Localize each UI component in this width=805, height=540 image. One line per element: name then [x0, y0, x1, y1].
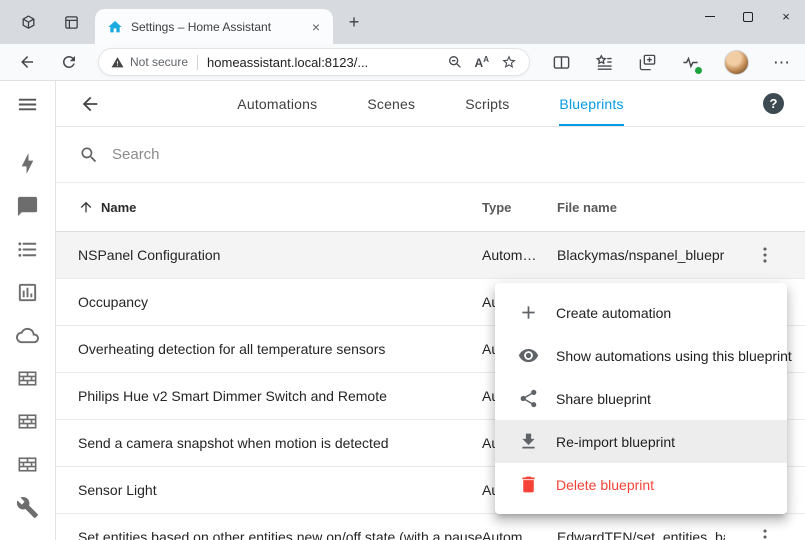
- menu-item-show-automations-using-this-blueprint[interactable]: Show automations using this blueprint: [495, 334, 787, 377]
- profile-avatar[interactable]: [724, 50, 749, 75]
- column-header-filename[interactable]: File name: [557, 200, 725, 215]
- minimize-button[interactable]: [691, 0, 729, 33]
- row-name: Send a camera snapshot when motion is de…: [78, 435, 482, 451]
- menu-item-re-import-blueprint[interactable]: Re-import blueprint: [495, 420, 787, 463]
- menu-item-create-automation[interactable]: Create automation: [495, 291, 787, 334]
- lightning-bolt-icon[interactable]: [16, 152, 39, 175]
- row-name: Occupancy: [78, 294, 482, 310]
- share-icon: [518, 388, 539, 409]
- ha-sidebar: [0, 81, 56, 540]
- address-divider: [197, 55, 198, 70]
- column-header-name[interactable]: Name: [78, 199, 482, 215]
- row-overflow-menu-icon[interactable]: [725, 526, 805, 540]
- sidebar-toggle-icon[interactable]: [0, 81, 55, 127]
- table-row[interactable]: Set entities based on other entities new…: [56, 514, 805, 540]
- warning-icon: [111, 56, 124, 69]
- security-indicator[interactable]: Not secure: [111, 55, 188, 69]
- row-name: Philips Hue v2 Smart Dimmer Switch and R…: [78, 388, 482, 404]
- plus-icon: [518, 302, 539, 323]
- delete-icon: [518, 474, 539, 495]
- tab-scripts[interactable]: Scripts: [465, 81, 509, 126]
- tab-actions-icon[interactable]: [60, 11, 82, 33]
- row-type: Autom…: [482, 247, 557, 263]
- maximize-button[interactable]: [729, 0, 767, 33]
- download-icon: [518, 431, 539, 452]
- tab-title: Settings – Home Assistant: [131, 20, 299, 34]
- wrench-icon[interactable]: [16, 496, 39, 519]
- workspaces-icon[interactable]: [17, 11, 39, 33]
- address-bar[interactable]: Not secure homeassistant.local:8123/... …: [98, 48, 530, 76]
- status-dot: [694, 66, 703, 75]
- row-overflow-menu-icon[interactable]: [725, 244, 805, 266]
- browser-tab[interactable]: Settings – Home Assistant ×: [95, 9, 333, 44]
- row-file: Blackymas/nspanel_blueprin…: [557, 247, 725, 263]
- chat-icon[interactable]: [16, 195, 39, 218]
- row-name: Sensor Light: [78, 482, 482, 498]
- refresh-icon[interactable]: [56, 49, 82, 75]
- browser-tab-strip: Settings – Home Assistant × + ×: [0, 0, 805, 44]
- tab-automations[interactable]: Automations: [237, 81, 317, 126]
- browser-toolbar: Not secure homeassistant.local:8123/... …: [0, 44, 805, 81]
- read-aloud-icon[interactable]: AA: [475, 56, 489, 69]
- browser-essentials-icon[interactable]: [681, 53, 700, 72]
- table-header: Name Type File name: [56, 183, 805, 232]
- tab-close-icon[interactable]: ×: [307, 18, 325, 36]
- settings-more-icon[interactable]: ⋯: [773, 54, 790, 71]
- column-header-type[interactable]: Type: [482, 200, 557, 215]
- row-name: Overheating detection for all temperatur…: [78, 341, 482, 357]
- window-controls: ×: [691, 0, 805, 33]
- split-screen-icon[interactable]: [552, 53, 571, 72]
- zoom-out-icon[interactable]: [447, 54, 463, 70]
- help-icon[interactable]: ?: [763, 93, 784, 114]
- chart-box-icon[interactable]: [16, 281, 39, 304]
- search-icon: [79, 145, 99, 165]
- search-bar: [56, 127, 805, 183]
- row-name: Set entities based on other entities new…: [78, 529, 482, 540]
- ha-back-icon[interactable]: [79, 93, 101, 115]
- menu-item-share-blueprint[interactable]: Share blueprint: [495, 377, 787, 420]
- menu-item-delete-blueprint[interactable]: Delete blueprint: [495, 463, 787, 506]
- row-context-menu: Create automation Show automations using…: [495, 283, 787, 514]
- security-label: Not secure: [130, 55, 188, 69]
- bricks-icon[interactable]: [16, 367, 39, 390]
- row-type: Autom: [482, 529, 557, 540]
- bricks-icon[interactable]: [16, 453, 39, 476]
- eye-icon: [518, 345, 539, 366]
- collections-icon[interactable]: [638, 53, 657, 72]
- row-file: EdwardTEN/set_entities_bas…: [557, 529, 725, 540]
- sort-ascending-icon: [78, 199, 94, 215]
- tab-blueprints[interactable]: Blueprints: [559, 81, 623, 126]
- table-row[interactable]: NSPanel Configuration Autom… Blackymas/n…: [56, 232, 805, 279]
- close-button[interactable]: ×: [767, 0, 805, 33]
- cloud-icon[interactable]: [16, 324, 39, 347]
- new-tab-button[interactable]: +: [342, 10, 366, 34]
- favorites-icon[interactable]: [595, 53, 614, 72]
- todo-list-icon[interactable]: [16, 238, 39, 261]
- search-input[interactable]: [112, 146, 805, 163]
- url-text: homeassistant.local:8123/...: [207, 55, 447, 70]
- favorite-star-icon[interactable]: [501, 54, 517, 70]
- tab-scenes[interactable]: Scenes: [367, 81, 415, 126]
- bricks-icon[interactable]: [16, 410, 39, 433]
- ha-header: Automations Scenes Scripts Blueprints ?: [56, 81, 805, 127]
- home-assistant-favicon: [107, 19, 123, 35]
- ha-tab-bar: Automations Scenes Scripts Blueprints: [56, 81, 805, 126]
- back-icon[interactable]: [14, 49, 40, 75]
- row-name: NSPanel Configuration: [78, 247, 482, 263]
